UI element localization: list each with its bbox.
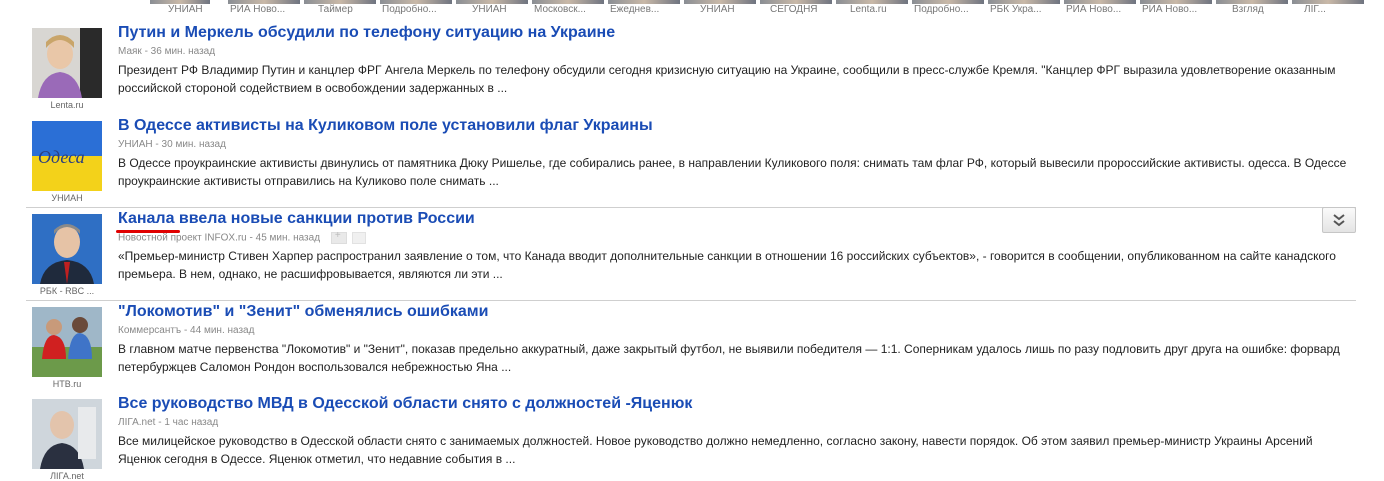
news-thumbnail[interactable] xyxy=(32,399,102,469)
carousel-source-label[interactable]: Подробно... xyxy=(382,4,437,15)
carousel-source-label[interactable]: РБК Укра... xyxy=(990,4,1042,15)
news-thumbnail[interactable] xyxy=(32,214,102,284)
news-headline-link[interactable]: Канала ввела новые санкции против России xyxy=(118,210,475,228)
thumbnail-source-label[interactable]: РБК - RBC ... xyxy=(26,286,108,296)
carousel-edge xyxy=(1364,0,1384,18)
news-item: НТВ.ru "Локомотив" и "Зенит" обменялись … xyxy=(26,301,1356,393)
carousel-source-label[interactable]: Ежеднев... xyxy=(610,4,659,15)
news-source-time: ЛIГА.net - 1 час назад xyxy=(118,417,219,428)
source-carousel: УНИАН РИА Ново... Таймер Подробно... УНИ… xyxy=(0,0,1384,18)
news-snippet: В Одессе проукраинские активисты двинули… xyxy=(118,156,1347,188)
news-headline-link[interactable]: В Одессе активисты на Куликовом поле уст… xyxy=(118,117,653,135)
news-thumbnail[interactable]: Одеса xyxy=(32,121,102,191)
thumbnail-source-label[interactable]: НТВ.ru xyxy=(26,379,108,389)
news-headline-link[interactable]: Все руководство МВД в Одесской области с… xyxy=(118,395,692,413)
carousel-source-label[interactable]: УНИАН xyxy=(168,4,203,15)
news-item: ЛIГА.net Все руководство МВД в Одесской … xyxy=(26,393,1356,481)
thumbnail-source-label[interactable]: Lenta.ru xyxy=(26,100,108,110)
news-snippet: Президент РФ Владимир Путин и канцлер ФР… xyxy=(118,63,1336,95)
news-item-highlighted: РБК - RBC ... Канала ввела новые санкции… xyxy=(26,207,1356,301)
news-thumbnail[interactable] xyxy=(32,28,102,98)
news-source-time: Маяк - 36 мин. назад xyxy=(118,46,216,57)
carousel-source-label[interactable]: РИА Ново... xyxy=(230,4,285,15)
news-source-time: УНИАН - 30 мин. назад xyxy=(118,139,226,150)
news-snippet: Все милицейское руководство в Одесской о… xyxy=(118,434,1313,466)
news-item: Одеса УНИАН В Одессе активисты на Кулико… xyxy=(26,115,1356,207)
carousel-source-label[interactable]: УНИАН xyxy=(472,4,507,15)
carousel-source-label[interactable]: Подробно... xyxy=(914,4,969,15)
news-headline-link[interactable]: Путин и Меркель обсудили по телефону сит… xyxy=(118,24,615,42)
double-chevron-down-icon xyxy=(1333,214,1345,227)
news-item: Lenta.ru Путин и Меркель обсудили по тел… xyxy=(26,22,1356,114)
news-snippet: «Премьер-министр Стивен Харпер распростр… xyxy=(118,249,1336,281)
news-thumbnail[interactable] xyxy=(32,307,102,377)
svg-text:Одеса: Одеса xyxy=(38,147,85,167)
news-snippet: В главном матче первенства "Локомотив" и… xyxy=(118,342,1340,374)
carousel-source-label[interactable]: РИА Ново... xyxy=(1142,4,1197,15)
red-underline-annotation xyxy=(116,230,180,233)
carousel-source-label[interactable]: УНИАН xyxy=(700,4,735,15)
expand-story-button[interactable] xyxy=(1322,207,1356,233)
carousel-source-label[interactable]: ЛІГ... xyxy=(1304,4,1326,15)
carousel-source-label[interactable]: Lenta.ru xyxy=(850,4,887,15)
thumbnail-source-label[interactable]: ЛIГА.net xyxy=(26,471,108,481)
carousel-source-label[interactable]: Взгляд xyxy=(1232,4,1264,15)
news-source-time: Коммерсантъ - 44 мин. назад xyxy=(118,325,255,336)
news-headline-link[interactable]: "Локомотив" и "Зенит" обменялись ошибкам… xyxy=(118,303,488,321)
carousel-source-label[interactable]: Таймер xyxy=(318,4,353,15)
carousel-source-label[interactable]: Московск... xyxy=(534,4,586,15)
thumbnail-source-label[interactable]: УНИАН xyxy=(26,193,108,203)
carousel-source-label[interactable]: РИА Ново... xyxy=(1066,4,1121,15)
news-source-time: Новостной проект INFOX.ru - 45 мин. наза… xyxy=(118,232,321,244)
news-meta-row: Новостной проект INFOX.ru - 45 мин. наза… xyxy=(118,230,366,244)
share-icon[interactable] xyxy=(351,232,366,244)
carousel-thumb[interactable] xyxy=(1292,0,1364,4)
carousel-source-label[interactable]: СЕГОДНЯ xyxy=(770,4,818,15)
google-plus-icon[interactable] xyxy=(330,230,347,244)
